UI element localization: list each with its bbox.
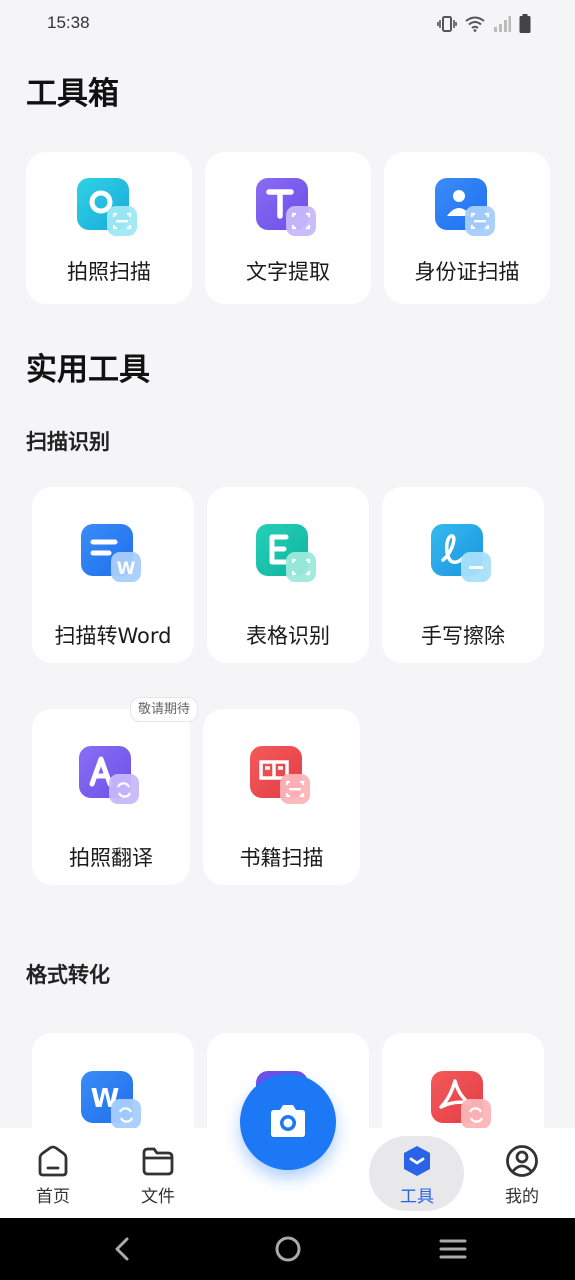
nav-item-profile[interactable]: 我的	[474, 1128, 570, 1218]
tool-card-book-scan[interactable]: 书籍扫描	[203, 709, 360, 885]
recents-menu-icon[interactable]	[438, 1234, 468, 1264]
folder-icon	[141, 1144, 175, 1178]
nav-label: 工具	[400, 1187, 434, 1207]
scan-section-title: 扫描识别	[26, 430, 110, 454]
status-bar: 15:38	[0, 0, 575, 48]
tools-icon	[400, 1144, 434, 1178]
camera-scan-icon	[77, 178, 141, 242]
practical-title: 实用工具	[26, 352, 150, 388]
tool-card-label: 拍照扫描	[67, 260, 151, 284]
handwriting-erase-icon	[431, 524, 495, 588]
status-time: 15:38	[47, 13, 90, 32]
pdf-convert-icon	[431, 1071, 495, 1135]
nav-item-home[interactable]: 首页	[5, 1128, 101, 1218]
camera-button[interactable]	[240, 1074, 336, 1170]
tool-card-text-extract[interactable]: 文字提取	[205, 152, 371, 304]
tool-card-photo-translate[interactable]: 拍照翻译	[32, 709, 190, 885]
nav-item-files[interactable]: 文件	[110, 1128, 206, 1218]
book-scan-icon	[249, 746, 314, 810]
home-icon	[36, 1144, 70, 1178]
wifi-icon	[465, 16, 485, 36]
vibrate-icon	[437, 15, 457, 37]
profile-icon	[505, 1144, 539, 1178]
tool-card-label: 拍照翻译	[69, 846, 153, 870]
battery-icon	[519, 14, 531, 37]
tool-card-handwriting-erase[interactable]: 手写擦除	[382, 487, 544, 663]
home-circle-icon[interactable]	[273, 1234, 303, 1264]
system-nav-bar	[0, 1218, 575, 1280]
tool-card-photo-scan[interactable]: 拍照扫描	[26, 152, 192, 304]
camera-icon	[271, 1105, 305, 1137]
coming-soon-badge: 敬请期待	[130, 697, 199, 722]
photo-translate-icon	[79, 746, 143, 810]
nav-label: 我的	[505, 1187, 539, 1207]
tool-card-label: 文字提取	[246, 260, 330, 284]
word-convert-icon: W	[81, 1071, 145, 1135]
tool-card-scan-to-word[interactable]: W 扫描转Word	[32, 487, 194, 663]
toolbox-title: 工具箱	[26, 76, 119, 112]
nav-label: 文件	[141, 1187, 175, 1207]
table-recognize-icon	[256, 524, 320, 588]
nav-item-tools[interactable]: 工具	[369, 1128, 465, 1218]
format-section-title: 格式转化	[26, 963, 110, 987]
scan-to-word-icon: W	[81, 524, 145, 588]
text-extract-icon	[256, 178, 320, 242]
tool-card-label: 表格识别	[246, 624, 330, 648]
tool-card-label: 身份证扫描	[414, 260, 520, 284]
tool-card-id-scan[interactable]: 身份证扫描	[384, 152, 550, 304]
nav-label: 首页	[36, 1187, 70, 1207]
back-icon[interactable]	[108, 1234, 138, 1264]
tool-card-label: 扫描转Word	[54, 624, 172, 648]
tool-card-label: 手写擦除	[421, 624, 505, 648]
svg-text:W: W	[117, 559, 136, 579]
signal-icon	[493, 15, 511, 36]
id-card-scan-icon	[435, 178, 499, 242]
tool-card-label: 书籍扫描	[239, 846, 324, 870]
tool-card-table-recognize[interactable]: 表格识别	[207, 487, 369, 663]
